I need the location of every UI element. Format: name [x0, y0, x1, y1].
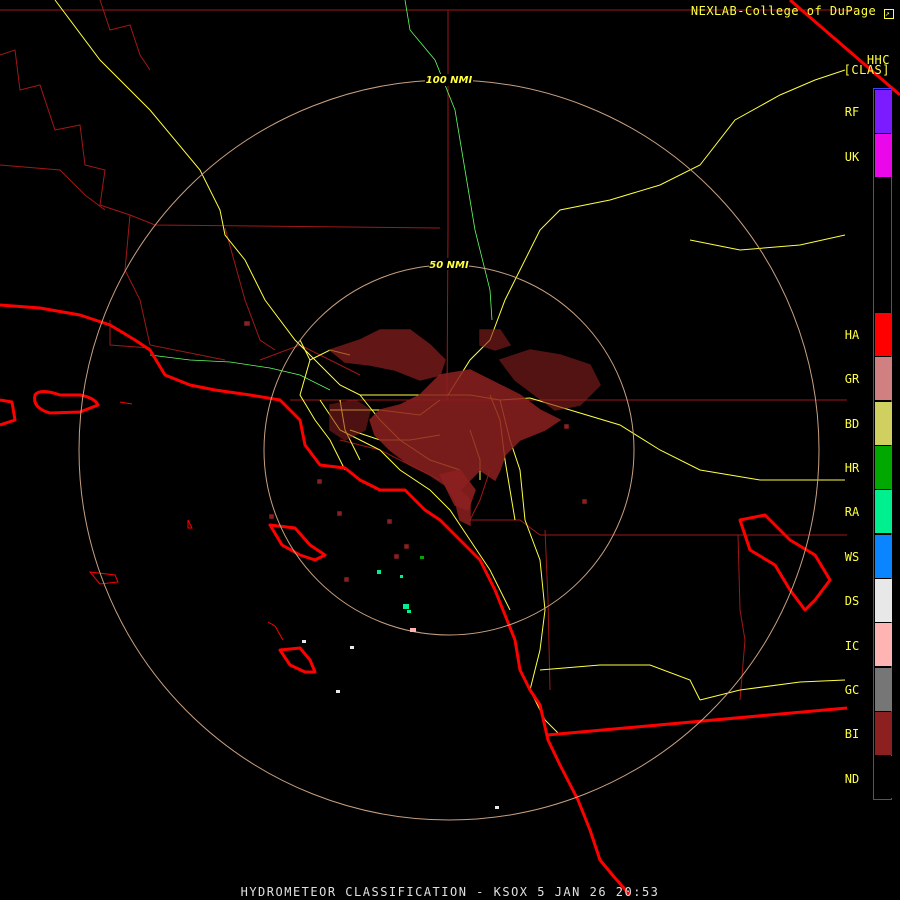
coastline — [0, 303, 832, 896]
outer-ring-label: 100 NMI — [426, 75, 473, 86]
legend-swatch-gc — [875, 668, 892, 711]
legend-label-ra: RA — [844, 505, 860, 519]
small-islands — [88, 401, 284, 641]
dry-snow-echoes — [302, 640, 499, 809]
legend-label-ws: WS — [844, 550, 860, 564]
legend-swatch-ic — [875, 623, 892, 666]
legend-label-uk: UK — [844, 150, 860, 164]
credit-label: NEXLAB-College of DuPage ↗ — [690, 4, 894, 19]
legend-label-hr: HR — [844, 461, 860, 475]
ice-crystal-echoes — [410, 628, 416, 632]
legend-label-ds: DS — [844, 594, 860, 608]
legend-label-gr: GR — [844, 372, 860, 386]
biological-echoes — [244, 321, 601, 582]
legend-label-ic: IC — [844, 639, 860, 653]
legend-label-ha: HA — [844, 328, 860, 342]
legend-swatch-ws — [875, 535, 892, 578]
legend-swatch-ds — [875, 579, 892, 622]
legend-label-rf: RF — [844, 105, 860, 119]
footer-title: HYDROMETEOR CLASSIFICATION - KSOX 5 JAN … — [240, 885, 660, 899]
arrow-box-icon: ↗ — [884, 9, 894, 19]
legend-label-gc: GC — [844, 683, 860, 697]
product-type-label: [CLAS] — [843, 63, 890, 77]
rivers — [149, 0, 493, 391]
legend-swatch-ra — [875, 490, 892, 533]
rain-echoes — [377, 570, 411, 613]
legend-swatch-gr — [875, 357, 892, 400]
legend-swatch-bd — [875, 402, 892, 445]
radar-map: 100 NMI 50 NMI — [0, 0, 900, 896]
legend-swatch-bi — [875, 712, 892, 755]
legend-swatch-rf — [875, 90, 892, 133]
legend-swatch-ha — [875, 313, 892, 356]
legend-label-nd: ND — [844, 772, 860, 786]
credit-text: NEXLAB-College of DuPage — [690, 4, 877, 18]
legend-swatch-hr — [875, 446, 892, 489]
legend-label-bi: BI — [844, 727, 860, 741]
color-legend-bar — [873, 88, 892, 800]
legend-swatch-uk — [875, 134, 892, 177]
legend-label-bd: BD — [844, 417, 860, 431]
highways — [54, 0, 846, 736]
legend-swatch-nd — [875, 756, 892, 798]
heavy-rain-echoes — [420, 556, 424, 559]
inner-ring-label: 50 NMI — [429, 260, 469, 271]
